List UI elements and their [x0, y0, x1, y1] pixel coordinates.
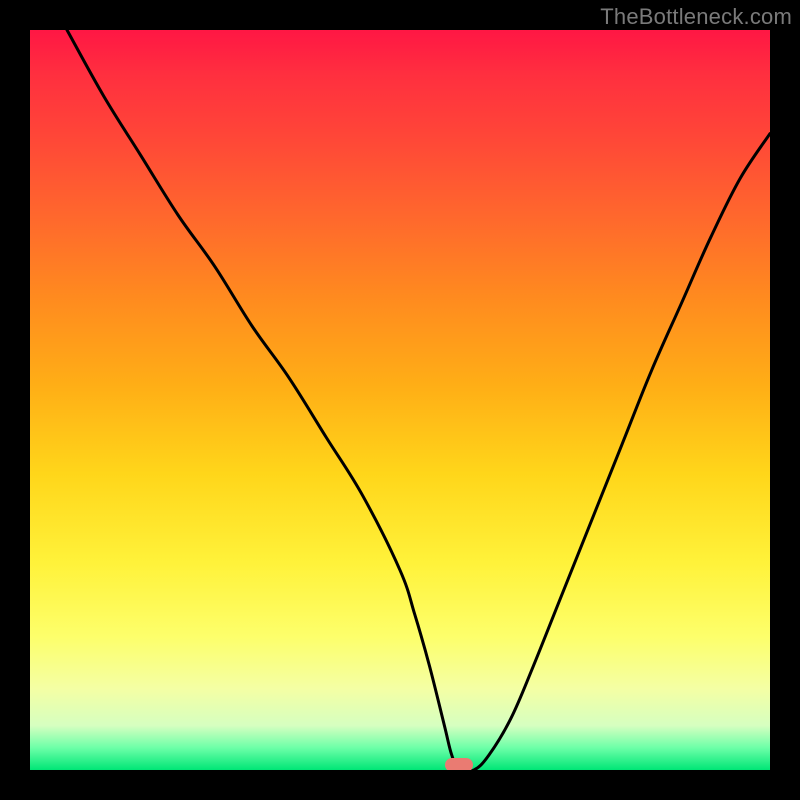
plot-area	[30, 30, 770, 770]
optimum-marker	[445, 758, 473, 770]
watermark-text: TheBottleneck.com	[600, 4, 792, 30]
chart-frame: TheBottleneck.com	[0, 0, 800, 800]
heat-gradient-background	[30, 30, 770, 770]
